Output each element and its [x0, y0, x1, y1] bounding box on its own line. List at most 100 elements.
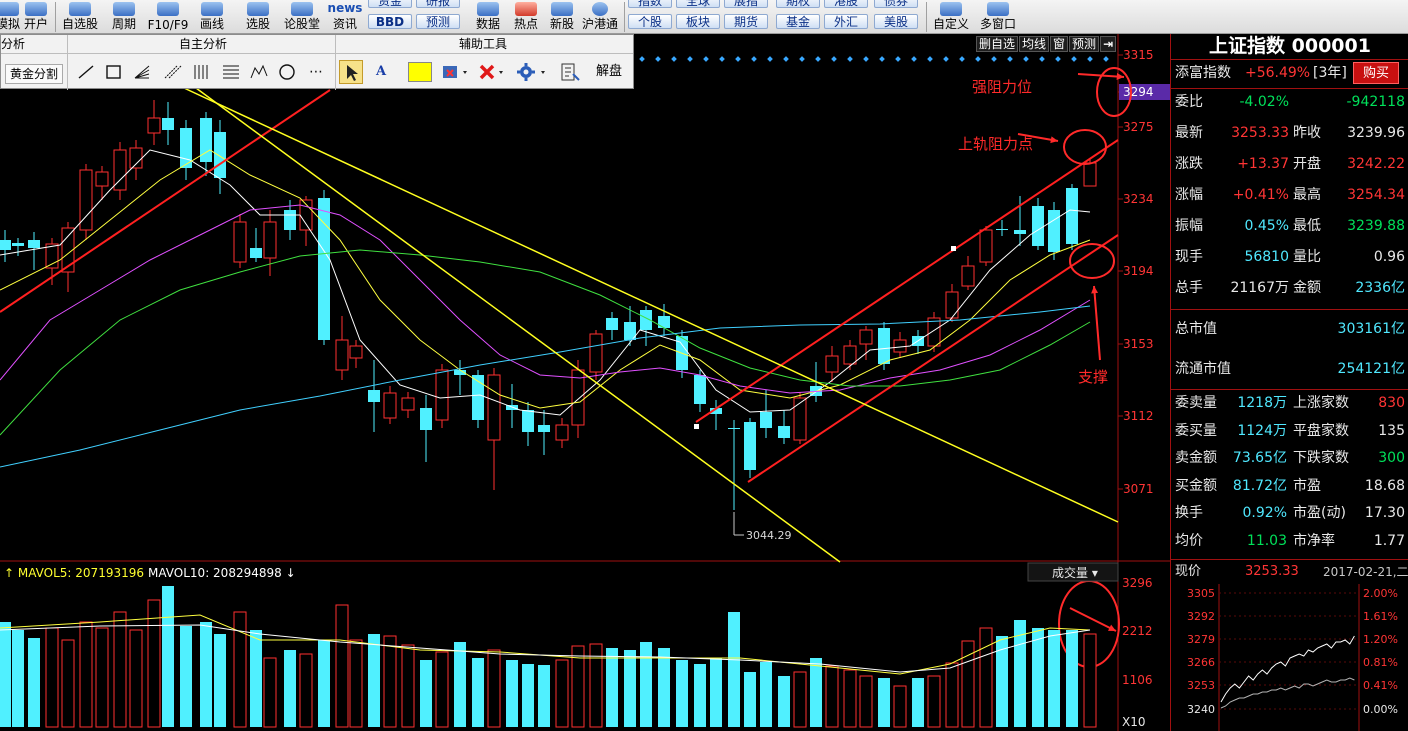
quote-panel: 上证指数 000001 添富指数 +56.49% [3年] 购买 委比 -4.02…	[1170, 34, 1408, 731]
delete-line-icon[interactable]	[477, 62, 507, 82]
breadth-label: 市盈	[1293, 477, 1321, 494]
remove-favorite-button[interactable]: 删自选	[976, 36, 1019, 52]
toolbar-period[interactable]: 周期	[106, 0, 142, 34]
grid-dot	[1087, 56, 1093, 62]
toolbar-simulate[interactable]: 模拟	[0, 0, 22, 34]
panel-divider	[67, 35, 68, 90]
tab-analysis[interactable]: 分析	[1, 35, 61, 53]
toolbar-multi-window[interactable]: 多窗口	[976, 0, 1020, 34]
moving-average-button[interactable]: 均线	[1019, 36, 1050, 52]
divider	[1171, 389, 1408, 390]
toolbar-stock-picker[interactable]: 选股	[240, 0, 276, 34]
breadth-row: 均价 11.03 市净率 1.77	[1175, 530, 1407, 552]
pill-research[interactable]: 研报	[416, 0, 460, 8]
forecast-button[interactable]: 预测	[1069, 36, 1100, 52]
candle-body	[487, 374, 501, 441]
collapse-panel-icon[interactable]: ⇥	[1100, 36, 1117, 52]
volume-bar	[233, 611, 247, 728]
market-cap-row: 总市值 303161亿	[1175, 318, 1407, 340]
open-account-icon	[25, 2, 47, 16]
pill-stocks[interactable]: 个股	[628, 14, 672, 29]
toolbar-favorites[interactable]: 自选股	[60, 0, 100, 34]
kline-chart[interactable]: 3315329432753234319431533112307132943296…	[0, 34, 1170, 731]
candle-body	[129, 147, 143, 169]
toolbar-open-account[interactable]: 开户	[22, 0, 50, 34]
candle-body	[263, 221, 277, 259]
breadth-label: 委卖量	[1175, 395, 1217, 411]
quote-row: 委比 -4.02% -942118	[1175, 91, 1407, 113]
pill-exhibit[interactable]: 展指	[724, 0, 768, 8]
buy-button[interactable]: 购买	[1353, 62, 1399, 84]
quote-value: 2336亿	[1355, 280, 1405, 296]
settings-gear-icon[interactable]	[515, 62, 549, 82]
support-label: 支撑	[1078, 368, 1108, 386]
mini-left-tick: 3305	[1187, 587, 1215, 600]
pill-sectors[interactable]: 板块	[676, 14, 720, 29]
quote-value: 21167万	[1230, 280, 1289, 296]
grid-dot	[1103, 56, 1109, 62]
layout-icon[interactable]	[559, 62, 583, 82]
quote-label: 最新	[1175, 125, 1203, 141]
toolbar-hk-connect[interactable]: 沪港通	[580, 0, 620, 34]
pill-global[interactable]: 全球	[676, 0, 720, 8]
breadth-value: 135	[1378, 422, 1405, 439]
price-tick-label: 3275	[1123, 120, 1154, 134]
intraday-mini-chart[interactable]: 3305 2.00% 3292 1.61% 3279 1.20% 3266 0.81% 3253…	[1171, 584, 1408, 731]
candle-body	[435, 369, 449, 421]
volume-bar	[12, 630, 24, 727]
toolbar-hot[interactable]: 热点	[508, 0, 544, 34]
golden-split-button[interactable]: 黄金分割	[5, 64, 63, 84]
toolbar-custom[interactable]: 自定义	[930, 0, 972, 34]
tab-aux-tools[interactable]: 辅助工具	[459, 35, 519, 53]
pill-futures[interactable]: 期货	[724, 14, 768, 29]
volume-bar	[95, 627, 109, 728]
candle-body	[383, 392, 397, 419]
custom-icon	[940, 2, 962, 16]
toolbar-draw-line[interactable]: 画线	[194, 0, 230, 34]
pill-options[interactable]: 期权	[776, 0, 820, 8]
mavol5-label: ↑ MAVOL5: 207193196	[4, 566, 144, 580]
pill-bbd[interactable]: BBD	[368, 14, 412, 29]
pill-forecast[interactable]: 预测	[416, 14, 460, 29]
tianfu-period: [3年]	[1313, 65, 1347, 81]
pill-fund[interactable]: 基金	[776, 14, 820, 29]
pointer-tool-button[interactable]	[339, 60, 363, 84]
ma20-line	[0, 204, 1091, 394]
candle-body	[589, 333, 603, 373]
quote-row: 振幅 0.45% 最低 3239.88	[1175, 215, 1407, 237]
pill-hk-stocks[interactable]: 港股	[824, 0, 868, 8]
tab-self-analysis[interactable]: 自主分析	[179, 35, 239, 53]
pill-funds[interactable]: 资金	[368, 0, 412, 8]
text-tool-button[interactable]: A	[371, 61, 391, 83]
ascending-channel-lower	[747, 234, 1119, 483]
volume-bar	[454, 642, 466, 727]
toolbar-ipo[interactable]: 新股	[544, 0, 580, 34]
toolbar-forum[interactable]: 论股堂	[282, 0, 322, 34]
quote-label: 涨幅	[1175, 187, 1203, 203]
color-picker-button[interactable]	[408, 62, 432, 82]
panel-divider	[1, 53, 633, 54]
pill-us-stocks[interactable]: 美股	[874, 14, 918, 29]
toolbar-divider	[55, 2, 56, 32]
grid-dot	[911, 56, 917, 62]
volume-bar	[0, 622, 11, 727]
data-icon	[477, 2, 499, 16]
market-cap-label: 总市值	[1175, 321, 1217, 337]
pill-index[interactable]: 指数	[628, 0, 672, 8]
erase-style-icon[interactable]	[441, 62, 471, 82]
panel-divider	[335, 35, 336, 90]
candle-body	[996, 229, 1008, 230]
pill-forex[interactable]: 外汇	[824, 14, 868, 29]
window-button[interactable]: 窗	[1050, 36, 1069, 52]
grid-dot	[1071, 56, 1077, 62]
toolbar-data[interactable]: 数据	[470, 0, 506, 34]
volume-bar	[79, 621, 93, 728]
toolbar-news[interactable]: news 资讯	[326, 0, 364, 34]
pill-bonds[interactable]: 债券	[874, 0, 918, 8]
quote-value: 0.45%	[1244, 218, 1289, 234]
toolbar-f10[interactable]: F10/F9	[146, 0, 190, 34]
candle-body	[233, 221, 247, 263]
news-icon: news	[327, 1, 363, 15]
unlock-button[interactable]: 解盘	[591, 61, 627, 83]
parallel-tool-icon	[164, 65, 182, 79]
